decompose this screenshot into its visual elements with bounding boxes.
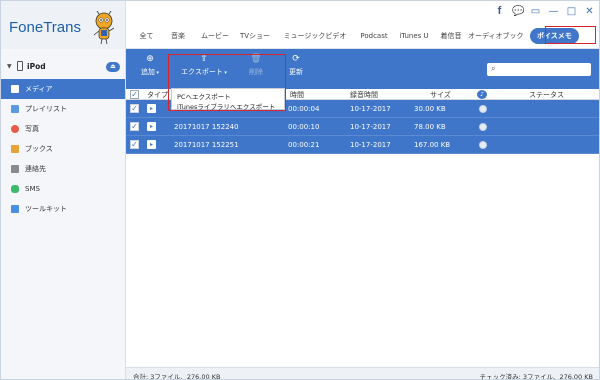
tab-ringtones[interactable]: 着信音 <box>434 31 468 41</box>
column-type[interactable]: タイプ <box>147 90 168 100</box>
sidebar-item-label: 連絡先 <box>25 165 46 173</box>
column-time[interactable]: 時間 <box>290 90 304 100</box>
window-controls: f 💬 ▭ — □ ✕ <box>494 6 595 18</box>
refresh-icon: ⟳ <box>292 54 300 64</box>
brand-area: FoneTrans <box>1 1 126 49</box>
sidebar-item-label: メディア <box>25 85 53 93</box>
row-time: 00:00:04 <box>288 105 320 113</box>
row-time: 00:00:10 <box>288 123 320 131</box>
table-row[interactable]: ✓ ▸ 20171017 152251 00:00:21 10-17-2017 … <box>126 136 599 154</box>
sidebar-item-media[interactable]: メディア <box>1 79 125 99</box>
category-tabs: 全て 音楽 ムービー TVショー ミュージックビデオ Podcast iTune… <box>133 28 579 44</box>
maximize-icon[interactable]: □ <box>566 6 577 17</box>
total-summary: 合計: 3ファイル、276.00 KB <box>133 373 221 380</box>
table-row[interactable]: ✓ ▸ 20171017 152240 00:00:10 10-17-2017 … <box>126 118 599 136</box>
media-icon <box>11 85 19 93</box>
row-date: 10-17-2017 <box>350 123 391 131</box>
facebook-icon[interactable]: f <box>494 6 505 17</box>
sidebar-item-contacts[interactable]: 連絡先 <box>1 159 125 179</box>
sidebar: ▼ iPod ⏏ メディア プレイリスト 写真 ブックス 連絡先 SMS ツール… <box>1 49 126 379</box>
close-icon[interactable]: ✕ <box>584 6 595 17</box>
device-name: iPod <box>27 62 46 71</box>
ipod-icon <box>17 61 23 71</box>
row-size: 167.00 KB <box>414 141 451 149</box>
sidebar-item-toolkit[interactable]: ツールキット <box>1 199 125 219</box>
row-checkbox[interactable]: ✓ <box>130 140 139 149</box>
tab-music-videos[interactable]: ミュージックビデオ <box>276 31 354 41</box>
checked-summary: チェック済み: 3ファイル、276.00 KB <box>479 373 593 380</box>
books-icon <box>11 145 19 153</box>
sidebar-item-label: プレイリスト <box>25 105 67 113</box>
add-button[interactable]: ⊕ 追加 ▾ <box>138 54 162 77</box>
row-date: 10-17-2017 <box>350 105 391 113</box>
row-date: 10-17-2017 <box>350 141 391 149</box>
column-status[interactable]: ステータス <box>529 90 564 100</box>
menu-icon[interactable]: ▭ <box>530 6 541 17</box>
voice-memo-icon: ▸ <box>147 104 156 113</box>
status-bar: 合計: 3ファイル、276.00 KB チェック済み: 3ファイル、276.00… <box>126 367 599 380</box>
sidebar-item-playlists[interactable]: プレイリスト <box>1 99 125 119</box>
device-row[interactable]: ▼ iPod ⏏ <box>5 61 122 75</box>
highlight-export-box <box>168 54 286 111</box>
sidebar-nav: メディア プレイリスト 写真 ブックス 連絡先 SMS ツールキット <box>1 79 125 219</box>
tab-music[interactable]: 音楽 <box>160 31 196 41</box>
tab-movies[interactable]: ムービー <box>196 31 234 41</box>
row-name: 20171017 152240 <box>174 123 239 131</box>
sms-icon <box>11 185 19 193</box>
sidebar-item-label: ツールキット <box>25 205 67 213</box>
voice-memo-icon: ▸ <box>147 140 156 149</box>
eject-icon[interactable]: ⏏ <box>106 62 120 72</box>
row-checkbox[interactable]: ✓ <box>130 122 139 131</box>
sidebar-item-label: SMS <box>25 185 40 193</box>
app-logo-text: FoneTrans <box>9 19 81 36</box>
toolkit-icon <box>11 205 19 213</box>
tab-itunes-u[interactable]: iTunes U <box>394 32 434 40</box>
refresh-button[interactable]: ⟳ 更新 <box>284 54 308 77</box>
refresh-label: 更新 <box>289 68 303 76</box>
fonetrans-window: FoneTrans f 💬 ▭ — □ ✕ 全て 音楽 ムービー TVショー ミ… <box>0 0 600 380</box>
select-all-checkbox[interactable]: ✓ <box>130 90 139 99</box>
playlist-icon <box>11 105 19 113</box>
row-size: 78.00 KB <box>414 123 446 131</box>
sidebar-item-label: 写真 <box>25 125 39 133</box>
highlight-voice-memos-box <box>545 26 596 44</box>
status-dot <box>479 141 487 149</box>
feedback-icon[interactable]: 💬 <box>512 6 524 17</box>
column-recorded-time[interactable]: 録音時間 <box>350 90 378 100</box>
status-dot <box>479 123 487 131</box>
row-name: 20171017 152251 <box>174 141 239 149</box>
contacts-icon <box>11 165 19 173</box>
mascot-logo <box>93 11 115 45</box>
voice-memo-icon: ▸ <box>147 122 156 131</box>
sidebar-item-books[interactable]: ブックス <box>1 139 125 159</box>
photos-icon <box>11 125 19 133</box>
row-size: 30.00 KB <box>414 105 446 113</box>
tab-all[interactable]: 全て <box>133 31 160 41</box>
top-header: FoneTrans f 💬 ▭ — □ ✕ 全て 音楽 ムービー TVショー ミ… <box>1 1 599 49</box>
column-size[interactable]: サイズ <box>430 90 451 100</box>
row-time: 00:00:21 <box>288 141 320 149</box>
tab-tv-shows[interactable]: TVショー <box>234 31 276 41</box>
search-icon: ⌕ <box>491 64 496 73</box>
plus-icon: ⊕ <box>146 54 154 64</box>
collapse-arrow-icon[interactable]: ▼ <box>7 63 12 70</box>
tab-podcast[interactable]: Podcast <box>354 32 394 40</box>
minimize-icon[interactable]: — <box>548 6 559 17</box>
sidebar-item-sms[interactable]: SMS <box>1 179 125 199</box>
itunes-column-icon: ♪ <box>477 90 487 99</box>
row-checkbox[interactable]: ✓ <box>130 104 139 113</box>
tab-audiobooks[interactable]: オーディオブック <box>468 31 524 41</box>
add-label: 追加 <box>140 68 155 76</box>
status-dot <box>479 105 487 113</box>
sidebar-item-photos[interactable]: 写真 <box>1 119 125 139</box>
sidebar-item-label: ブックス <box>25 145 53 153</box>
search-input[interactable]: ⌕ <box>487 63 591 76</box>
